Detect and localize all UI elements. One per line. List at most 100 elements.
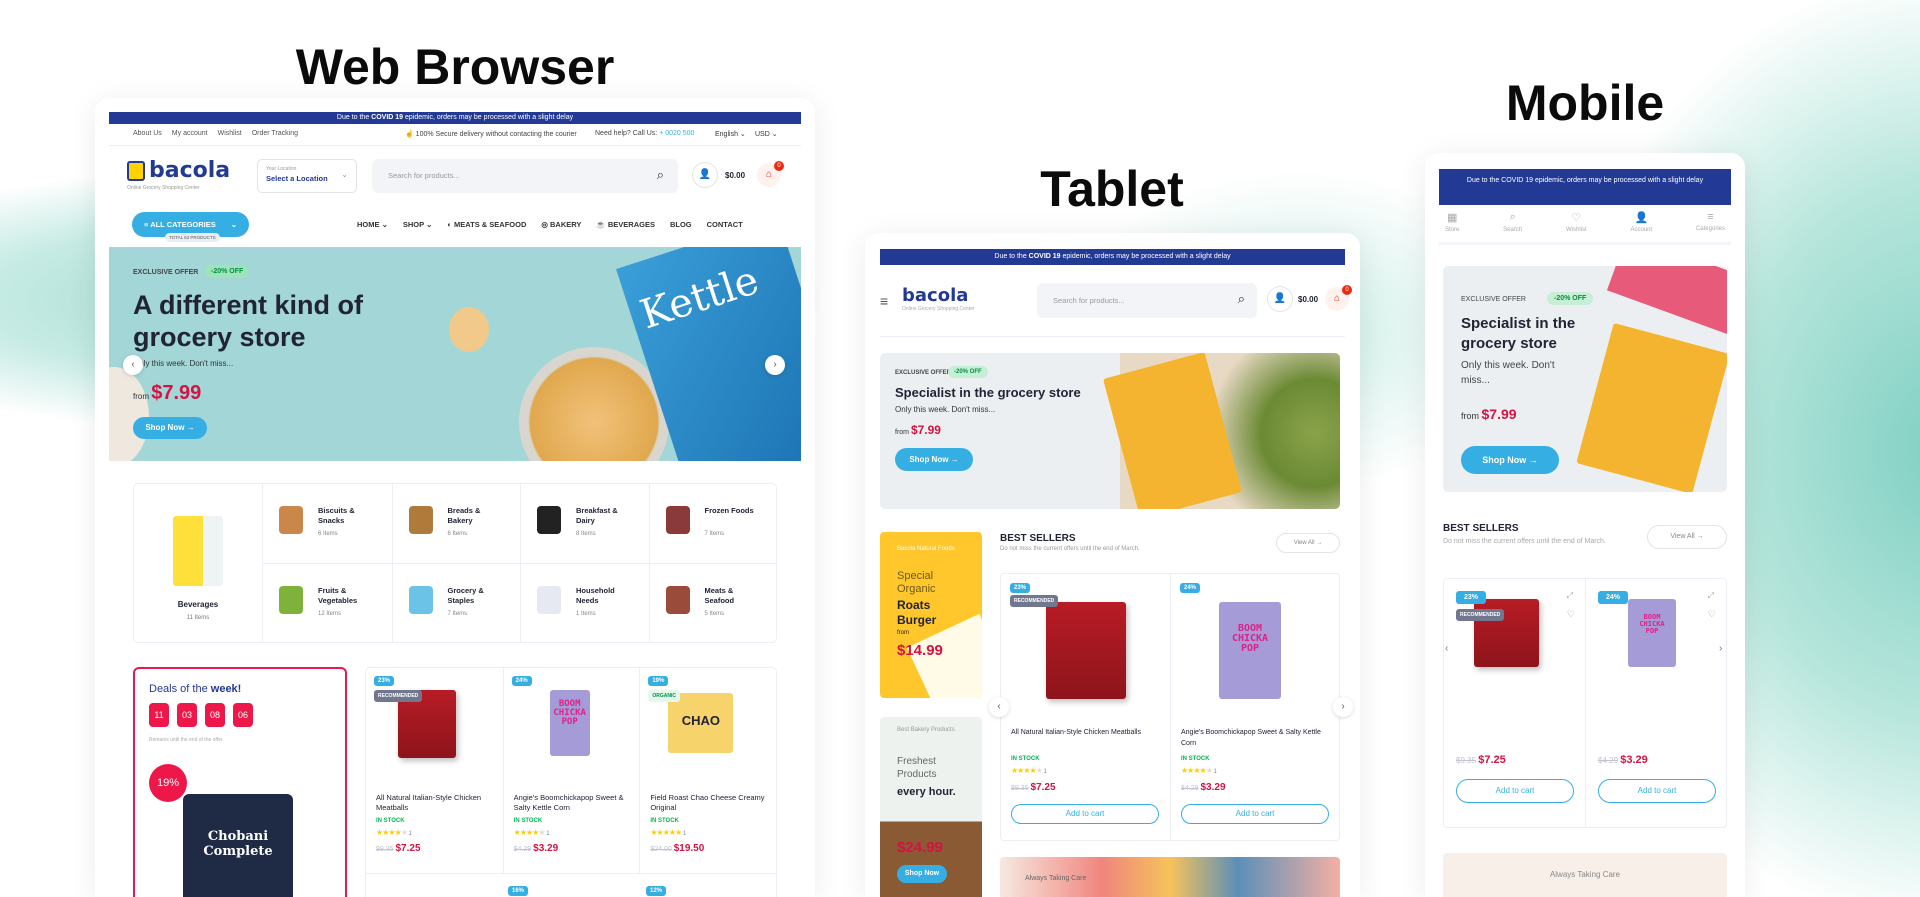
promo-banner-bakery[interactable]: Best Bakery Products Freshest Products e… [880,717,982,897]
carousel-next-button[interactable]: › [1719,643,1722,654]
category-item[interactable]: Frozen Foods 7 Items [648,484,778,563]
expand-icon[interactable]: ⤢ [1708,591,1714,601]
category-count: 11 Items [186,615,210,621]
nav-contact[interactable]: CONTACT [707,220,743,229]
hero-shop-now-button[interactable]: Shop Now → [133,417,207,439]
category-item[interactable]: Grocery & Staples 7 Items [391,563,520,642]
search-input[interactable]: Search for products... ⌕ [372,159,678,193]
account-icon[interactable]: 👤 [1268,287,1292,311]
bakery-icon: ◎ [541,220,551,229]
view-all-button[interactable]: View All → [1647,525,1727,549]
mobile-nav-categories[interactable]: ≡ Categories [1696,211,1725,242]
link-wishlist[interactable]: Wishlist [218,130,242,137]
nav-meats-seafood[interactable]: ◐ MEATS & SEAFOOD [447,220,526,229]
category-item[interactable]: Biscuits & Snacks 6 Items [263,484,392,563]
heading-web-browser: Web Browser [295,39,615,95]
product-card[interactable]: BOOM CHICKA POP 24% Angie's Boomchickapop… [502,668,640,874]
banner-price: $14.99 [897,642,943,659]
search-input[interactable]: Search for products... ⌕ [1037,283,1257,318]
product-card[interactable]: BOOM CHICKA POP 24% Angie's Boomchickapop S… [1170,574,1339,840]
product-price: $9.35 $7.25 [1011,782,1056,793]
link-my-account[interactable]: My account [172,130,208,137]
product-rating: ★★★★★ 1 [1181,766,1217,775]
location-selector[interactable]: Your Location Select a Location ⌄ [257,159,357,193]
cart-button[interactable]: ⌂ 0 [757,161,784,187]
product-card[interactable]: CHAO 19% ORGANIC Field Roast Chao Cheese C… [639,668,776,874]
category-item[interactable]: Breads & Bakery 6 Items [391,484,521,563]
product-card[interactable]: 23% RECOMMENDED All Natural Italian-Style… [1001,574,1170,840]
search-icon[interactable]: ⌕ [657,167,664,183]
logo-tagline: Online Grocery Shopping Center [902,306,975,312]
carousel-prev-button[interactable]: ‹ [989,697,1009,717]
chip-image [449,307,489,352]
old-price: $4.29 [1181,785,1199,792]
add-to-cart-button[interactable]: Add to cart [1181,804,1329,824]
hero-price-value: $7.99 [1481,406,1517,422]
expand-icon[interactable]: ⤢ [1567,591,1573,601]
logo[interactable]: bacola Online Grocery Shopping Center [127,158,230,191]
stock-status: IN STOCK [376,818,405,824]
language-select[interactable]: English ⌄ [715,130,746,138]
deals-note: Remains until the end of the offer [149,737,223,743]
add-to-cart-button[interactable]: Add to cart [1011,804,1159,824]
carousel-prev-button[interactable]: ‹ [1445,643,1448,654]
slider-prev-button[interactable]: ‹ [123,355,143,375]
help-phone[interactable]: + 0020 500 [659,130,694,137]
mobile-nav-wishlist[interactable]: ♡ Wishlist [1566,211,1587,242]
product-name: Field Roast Chao Cheese Creamy Original [650,793,765,812]
promo-banner-organic[interactable]: Bacola Natural Foods Special Organic Roa… [880,532,982,698]
product-tag: RECOMMENDED [1456,609,1505,621]
banner-shop-now-button[interactable]: Shop Now [897,865,947,883]
product-card[interactable]: BOOM CHICKA POP 24% ⤢ ♡ $4.29 $3.29 Add to … [1585,579,1726,827]
cart-count-badge: 0 [1342,285,1352,295]
add-to-cart-button[interactable]: Add to cart [1598,779,1716,803]
heart-icon[interactable]: ♡ [1708,609,1716,620]
category-item[interactable]: Meats & Seafood 5 Items [648,563,777,642]
heart-icon[interactable]: ♡ [1567,609,1575,620]
timer-hours: 03 [177,703,197,727]
chobani-product-image: Chobani Complete [183,794,293,897]
carousel-next-button[interactable]: › [1333,697,1353,717]
link-order-tracking[interactable]: Order Tracking [252,130,298,137]
product-price: $4.29 $3.29 [1181,782,1226,793]
basket-icon: ⌂ [1333,293,1341,304]
mobile-nav-account[interactable]: 👤 Account [1630,211,1652,242]
hero-shop-now-button[interactable]: Shop Now → [1461,446,1559,474]
product-card[interactable]: 23% RECOMMENDED All Natural Italian-Style… [366,668,503,874]
mobile-nav-store[interactable]: ▦ Store [1445,211,1459,242]
currency-select[interactable]: USD ⌄ [755,130,778,138]
chobani-label: Chobani Complete [203,829,273,859]
hero-discount-badge: -20% OFF [205,265,250,278]
category-item[interactable]: Fruits & Vegetables 12 Items [263,563,392,642]
nav-blog[interactable]: BLOG [670,220,692,229]
product-tag: RECOMMENDED [374,690,423,702]
category-item[interactable]: Breakfast & Dairy 8 Items [520,484,649,563]
logo[interactable]: bacola Online Grocery Shopping Center [902,285,975,312]
nav-home[interactable]: HOME ⌄ [357,220,388,229]
covid-text-end: epidemic, orders may be processed with a… [403,114,574,121]
view-all-button[interactable]: View All → [1276,533,1340,553]
hero-title: Specialist in the grocery store [1461,315,1576,352]
add-to-cart-button[interactable]: Add to cart [1456,779,1574,803]
timer-minutes: 08 [205,703,225,727]
mobile-nav-search[interactable]: ⌕ Search [1503,211,1522,242]
logo-text: bacola [902,285,969,306]
cart-button[interactable]: ⌂ 0 [1325,285,1352,311]
product-name: All Natural Italian-Style Chicken Meatba… [376,793,482,812]
nav-shop[interactable]: SHOP ⌄ [403,220,433,229]
sale-price: $7.25 [1478,754,1506,766]
category-featured-beverages[interactable]: Beverages 11 Items [134,484,263,642]
product-card[interactable]: 23% RECOMMENDED ⤢ ♡ $9.35 $7.25 Add to ca… [1444,579,1585,827]
nav-beverages[interactable]: ☕ BEVERAGES [596,220,655,229]
nav-bakery[interactable]: ◎ BAKERY [541,220,581,229]
search-icon[interactable]: ⌕ [1238,291,1245,307]
tablet-mockup: Due to the COVID 19 epidemic, orders may… [865,233,1360,897]
hero-from: from [133,392,149,401]
hero-shop-now-button[interactable]: Shop Now → [895,448,973,471]
heading-tablet: Tablet [1040,161,1184,217]
hamburger-menu-icon[interactable]: ≡ [880,293,888,309]
link-about-us[interactable]: About Us [133,130,162,137]
account-icon[interactable]: 👤 [693,163,717,187]
category-item[interactable]: Household Needs 1 Items [520,563,649,642]
slider-next-button[interactable]: › [765,355,785,375]
